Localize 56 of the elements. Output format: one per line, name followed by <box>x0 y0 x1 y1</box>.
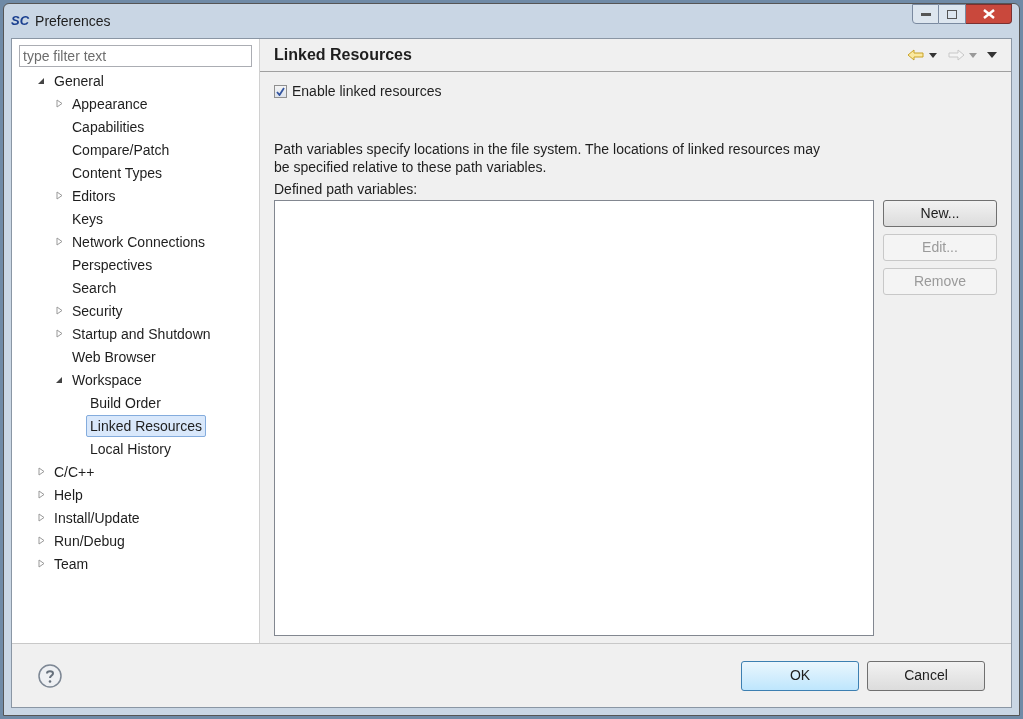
help-icon[interactable] <box>38 663 62 688</box>
check-icon <box>276 86 285 96</box>
tree-item[interactable]: Network Connections <box>68 230 210 253</box>
expand-icon[interactable] <box>37 467 45 476</box>
expand-icon[interactable] <box>55 99 63 108</box>
filter-field[interactable]: type filter text <box>19 45 252 67</box>
window-title: Preferences <box>35 11 111 31</box>
tree-item[interactable]: Editors <box>68 184 120 207</box>
tree-item[interactable]: Web Browser <box>68 345 160 368</box>
tree-item[interactable]: Search <box>68 276 121 299</box>
forward-arrow-icon[interactable] <box>947 49 965 61</box>
collapse-icon[interactable] <box>37 76 45 85</box>
dialog-button[interactable]: Cancel <box>867 660 985 691</box>
expand-icon[interactable] <box>55 306 63 315</box>
description-text: Path variables specify locations in the file system. The locations of linked resources may be specified relative to these path variables. <box>274 140 821 176</box>
expand-icon[interactable] <box>37 513 45 522</box>
tree-item[interactable]: Local History <box>86 437 175 460</box>
page-title: Linked Resources <box>274 45 412 65</box>
close-button[interactable] <box>966 4 1012 24</box>
enable-checkbox[interactable] <box>274 84 287 98</box>
tree-item[interactable]: Workspace <box>68 368 146 391</box>
expand-icon[interactable] <box>37 559 45 568</box>
side-button[interactable]: New... <box>883 200 997 227</box>
tree-item[interactable]: Run/Debug <box>50 529 129 552</box>
tree-item[interactable]: Compare/Patch <box>68 138 174 161</box>
expand-icon[interactable] <box>37 536 45 545</box>
tree-item[interactable]: Perspectives <box>68 253 157 276</box>
tree-item[interactable]: Linked Resources <box>86 414 207 437</box>
close-icon <box>982 9 995 19</box>
minimize-button[interactable] <box>912 4 939 24</box>
maximize-icon <box>947 9 957 19</box>
tree-item[interactable]: Keys <box>68 207 108 230</box>
tree-item[interactable]: Help <box>50 483 87 506</box>
expand-icon[interactable] <box>55 191 63 200</box>
tree-item[interactable]: Security <box>68 299 127 322</box>
tree-item[interactable]: C/C++ <box>50 460 99 483</box>
tree-item[interactable]: General <box>50 69 108 92</box>
checkbox-label[interactable]: Enable linked resources <box>292 80 442 102</box>
tree-item[interactable]: Build Order <box>86 391 165 414</box>
minimize-icon <box>920 12 931 16</box>
expand-icon[interactable] <box>37 490 45 499</box>
app-logo: SC <box>11 12 30 31</box>
maximize-button[interactable] <box>939 4 966 24</box>
collapse-icon[interactable] <box>55 375 63 384</box>
tree-item[interactable]: Startup and Shutdown <box>68 322 215 345</box>
tree-item[interactable]: Capabilities <box>68 115 149 138</box>
tree-item[interactable]: Appearance <box>68 92 152 115</box>
list-label: Defined path variables: <box>274 180 418 198</box>
dialog-button[interactable]: OK <box>741 660 859 691</box>
tree-item[interactable]: Content Types <box>68 161 167 184</box>
view-menu-icon[interactable] <box>987 52 997 58</box>
tree-item[interactable]: Team <box>50 552 93 575</box>
expand-icon[interactable] <box>55 329 63 338</box>
dropdown-caret-icon[interactable] <box>929 52 937 58</box>
expand-icon[interactable] <box>55 237 63 246</box>
tree-item[interactable]: Install/Update <box>50 506 144 529</box>
